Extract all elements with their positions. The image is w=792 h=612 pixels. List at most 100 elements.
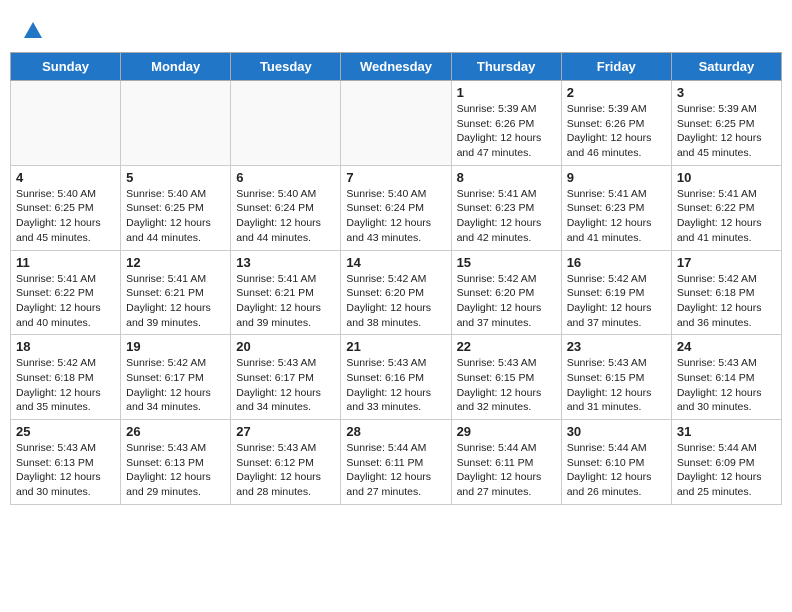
day-number: 28: [346, 424, 445, 439]
day-info: Sunrise: 5:39 AM Sunset: 6:26 PM Dayligh…: [457, 102, 556, 161]
table-row: 5 Sunrise: 5:40 AM Sunset: 6:25 PM Daylig…: [121, 165, 231, 250]
calendar-row-1: 4 Sunrise: 5:40 AM Sunset: 6:25 PM Daylig…: [11, 165, 782, 250]
calendar-row-3: 18 Sunrise: 5:42 AM Sunset: 6:18 PM Dayli…: [11, 335, 782, 420]
day-number: 11: [16, 255, 115, 270]
day-info: Sunrise: 5:44 AM Sunset: 6:09 PM Dayligh…: [677, 441, 776, 500]
day-number: 3: [677, 85, 776, 100]
day-number: 2: [567, 85, 666, 100]
day-number: 30: [567, 424, 666, 439]
table-row: 20Sunrise: 5:43 AM Sunset: 6:17 PM Dayli…: [231, 335, 341, 420]
day-number: 5: [126, 170, 225, 185]
day-info: Sunrise: 5:41 AM Sunset: 6:21 PM Dayligh…: [126, 272, 225, 331]
day-info: Sunrise: 5:44 AM Sunset: 6:10 PM Dayligh…: [567, 441, 666, 500]
table-row: 7 Sunrise: 5:40 AM Sunset: 6:24 PM Daylig…: [341, 165, 451, 250]
day-info: Sunrise: 5:41 AM Sunset: 6:22 PM Dayligh…: [677, 187, 776, 246]
table-row: 17 Sunrise: 5:42 AM Sunset: 6:18 PM Dayli…: [671, 250, 781, 335]
table-row: 8 Sunrise: 5:41 AM Sunset: 6:23 PM Daylig…: [451, 165, 561, 250]
day-number: 22: [457, 339, 556, 354]
day-number: 15: [457, 255, 556, 270]
day-info: Sunrise: 5:43 AM Sunset: 6:14 PM Dayligh…: [677, 356, 776, 415]
day-info: Sunrise: 5:42 AM Sunset: 6:20 PM Dayligh…: [346, 272, 445, 331]
day-info: Sunrise: 5:39 AM Sunset: 6:26 PM Dayligh…: [567, 102, 666, 161]
day-info: Sunrise: 5:42 AM Sunset: 6:18 PM Dayligh…: [677, 272, 776, 331]
day-info: Sunrise: 5:43 AM Sunset: 6:12 PM Dayligh…: [236, 441, 335, 500]
day-number: 18: [16, 339, 115, 354]
day-info: Sunrise: 5:43 AM Sunset: 6:13 PM Dayligh…: [16, 441, 115, 500]
weekday-thursday: Thursday: [451, 53, 561, 81]
day-info: Sunrise: 5:40 AM Sunset: 6:24 PM Dayligh…: [236, 187, 335, 246]
table-row: 12 Sunrise: 5:41 AM Sunset: 6:21 PM Dayli…: [121, 250, 231, 335]
table-row: 22 Sunrise: 5:43 AM Sunset: 6:15 PM Dayli…: [451, 335, 561, 420]
day-number: 23: [567, 339, 666, 354]
table-row: 3 Sunrise: 5:39 AM Sunset: 6:25 PM Daylig…: [671, 81, 781, 166]
calendar-header: SundayMondayTuesdayWednesdayThursdayFrid…: [11, 53, 782, 81]
weekday-wednesday: Wednesday: [341, 53, 451, 81]
table-row: 11 Sunrise: 5:41 AM Sunset: 6:22 PM Dayli…: [11, 250, 121, 335]
day-info: Sunrise: 5:43 AM Sunset: 6:17 PM Dayligh…: [236, 356, 335, 415]
day-info: Sunrise: 5:39 AM Sunset: 6:25 PM Dayligh…: [677, 102, 776, 161]
day-number: 16: [567, 255, 666, 270]
calendar-table: SundayMondayTuesdayWednesdayThursdayFrid…: [10, 52, 782, 505]
logo-icon: [22, 20, 44, 42]
day-number: 17: [677, 255, 776, 270]
day-number: 24: [677, 339, 776, 354]
day-info: Sunrise: 5:44 AM Sunset: 6:11 PM Dayligh…: [457, 441, 556, 500]
table-row: 1 Sunrise: 5:39 AM Sunset: 6:26 PM Daylig…: [451, 81, 561, 166]
table-row: 9 Sunrise: 5:41 AM Sunset: 6:23 PM Daylig…: [561, 165, 671, 250]
day-info: Sunrise: 5:42 AM Sunset: 6:19 PM Dayligh…: [567, 272, 666, 331]
table-row: 30 Sunrise: 5:44 AM Sunset: 6:10 PM Dayli…: [561, 420, 671, 505]
table-row: 18 Sunrise: 5:42 AM Sunset: 6:18 PM Dayli…: [11, 335, 121, 420]
table-row: 23 Sunrise: 5:43 AM Sunset: 6:15 PM Dayli…: [561, 335, 671, 420]
day-number: 1: [457, 85, 556, 100]
day-info: Sunrise: 5:40 AM Sunset: 6:25 PM Dayligh…: [16, 187, 115, 246]
day-number: 9: [567, 170, 666, 185]
day-info: Sunrise: 5:41 AM Sunset: 6:23 PM Dayligh…: [457, 187, 556, 246]
weekday-friday: Friday: [561, 53, 671, 81]
day-number: 25: [16, 424, 115, 439]
weekday-saturday: Saturday: [671, 53, 781, 81]
day-number: 27: [236, 424, 335, 439]
day-info: Sunrise: 5:43 AM Sunset: 6:16 PM Dayligh…: [346, 356, 445, 415]
day-number: 8: [457, 170, 556, 185]
table-row: 25 Sunrise: 5:43 AM Sunset: 6:13 PM Dayli…: [11, 420, 121, 505]
day-info: Sunrise: 5:41 AM Sunset: 6:22 PM Dayligh…: [16, 272, 115, 331]
table-row: 26 Sunrise: 5:43 AM Sunset: 6:13 PM Dayli…: [121, 420, 231, 505]
day-info: Sunrise: 5:43 AM Sunset: 6:15 PM Dayligh…: [567, 356, 666, 415]
day-number: 7: [346, 170, 445, 185]
day-number: 19: [126, 339, 225, 354]
day-info: Sunrise: 5:42 AM Sunset: 6:17 PM Dayligh…: [126, 356, 225, 415]
day-number: 10: [677, 170, 776, 185]
table-row: 29 Sunrise: 5:44 AM Sunset: 6:11 PM Dayli…: [451, 420, 561, 505]
day-number: 4: [16, 170, 115, 185]
day-info: Sunrise: 5:42 AM Sunset: 6:18 PM Dayligh…: [16, 356, 115, 415]
header: [10, 10, 782, 47]
table-row: 28Sunrise: 5:44 AM Sunset: 6:11 PM Dayli…: [341, 420, 451, 505]
table-row: [11, 81, 121, 166]
table-row: 6 Sunrise: 5:40 AM Sunset: 6:24 PM Daylig…: [231, 165, 341, 250]
day-info: Sunrise: 5:43 AM Sunset: 6:15 PM Dayligh…: [457, 356, 556, 415]
day-number: 21: [346, 339, 445, 354]
day-info: Sunrise: 5:41 AM Sunset: 6:21 PM Dayligh…: [236, 272, 335, 331]
table-row: 21 Sunrise: 5:43 AM Sunset: 6:16 PM Dayli…: [341, 335, 451, 420]
table-row: 16 Sunrise: 5:42 AM Sunset: 6:19 PM Dayli…: [561, 250, 671, 335]
day-number: 12: [126, 255, 225, 270]
day-number: 6: [236, 170, 335, 185]
calendar-row-2: 11 Sunrise: 5:41 AM Sunset: 6:22 PM Dayli…: [11, 250, 782, 335]
day-info: Sunrise: 5:43 AM Sunset: 6:13 PM Dayligh…: [126, 441, 225, 500]
day-number: 26: [126, 424, 225, 439]
weekday-sunday: Sunday: [11, 53, 121, 81]
weekday-tuesday: Tuesday: [231, 53, 341, 81]
calendar-body: 1 Sunrise: 5:39 AM Sunset: 6:26 PM Daylig…: [11, 81, 782, 505]
table-row: [231, 81, 341, 166]
day-info: Sunrise: 5:40 AM Sunset: 6:25 PM Dayligh…: [126, 187, 225, 246]
day-info: Sunrise: 5:40 AM Sunset: 6:24 PM Dayligh…: [346, 187, 445, 246]
table-row: 19 Sunrise: 5:42 AM Sunset: 6:17 PM Dayli…: [121, 335, 231, 420]
day-info: Sunrise: 5:42 AM Sunset: 6:20 PM Dayligh…: [457, 272, 556, 331]
table-row: [341, 81, 451, 166]
day-info: Sunrise: 5:41 AM Sunset: 6:23 PM Dayligh…: [567, 187, 666, 246]
table-row: 27 Sunrise: 5:43 AM Sunset: 6:12 PM Dayli…: [231, 420, 341, 505]
calendar-row-4: 25 Sunrise: 5:43 AM Sunset: 6:13 PM Dayli…: [11, 420, 782, 505]
day-number: 29: [457, 424, 556, 439]
table-row: 10 Sunrise: 5:41 AM Sunset: 6:22 PM Dayli…: [671, 165, 781, 250]
weekday-header-row: SundayMondayTuesdayWednesdayThursdayFrid…: [11, 53, 782, 81]
